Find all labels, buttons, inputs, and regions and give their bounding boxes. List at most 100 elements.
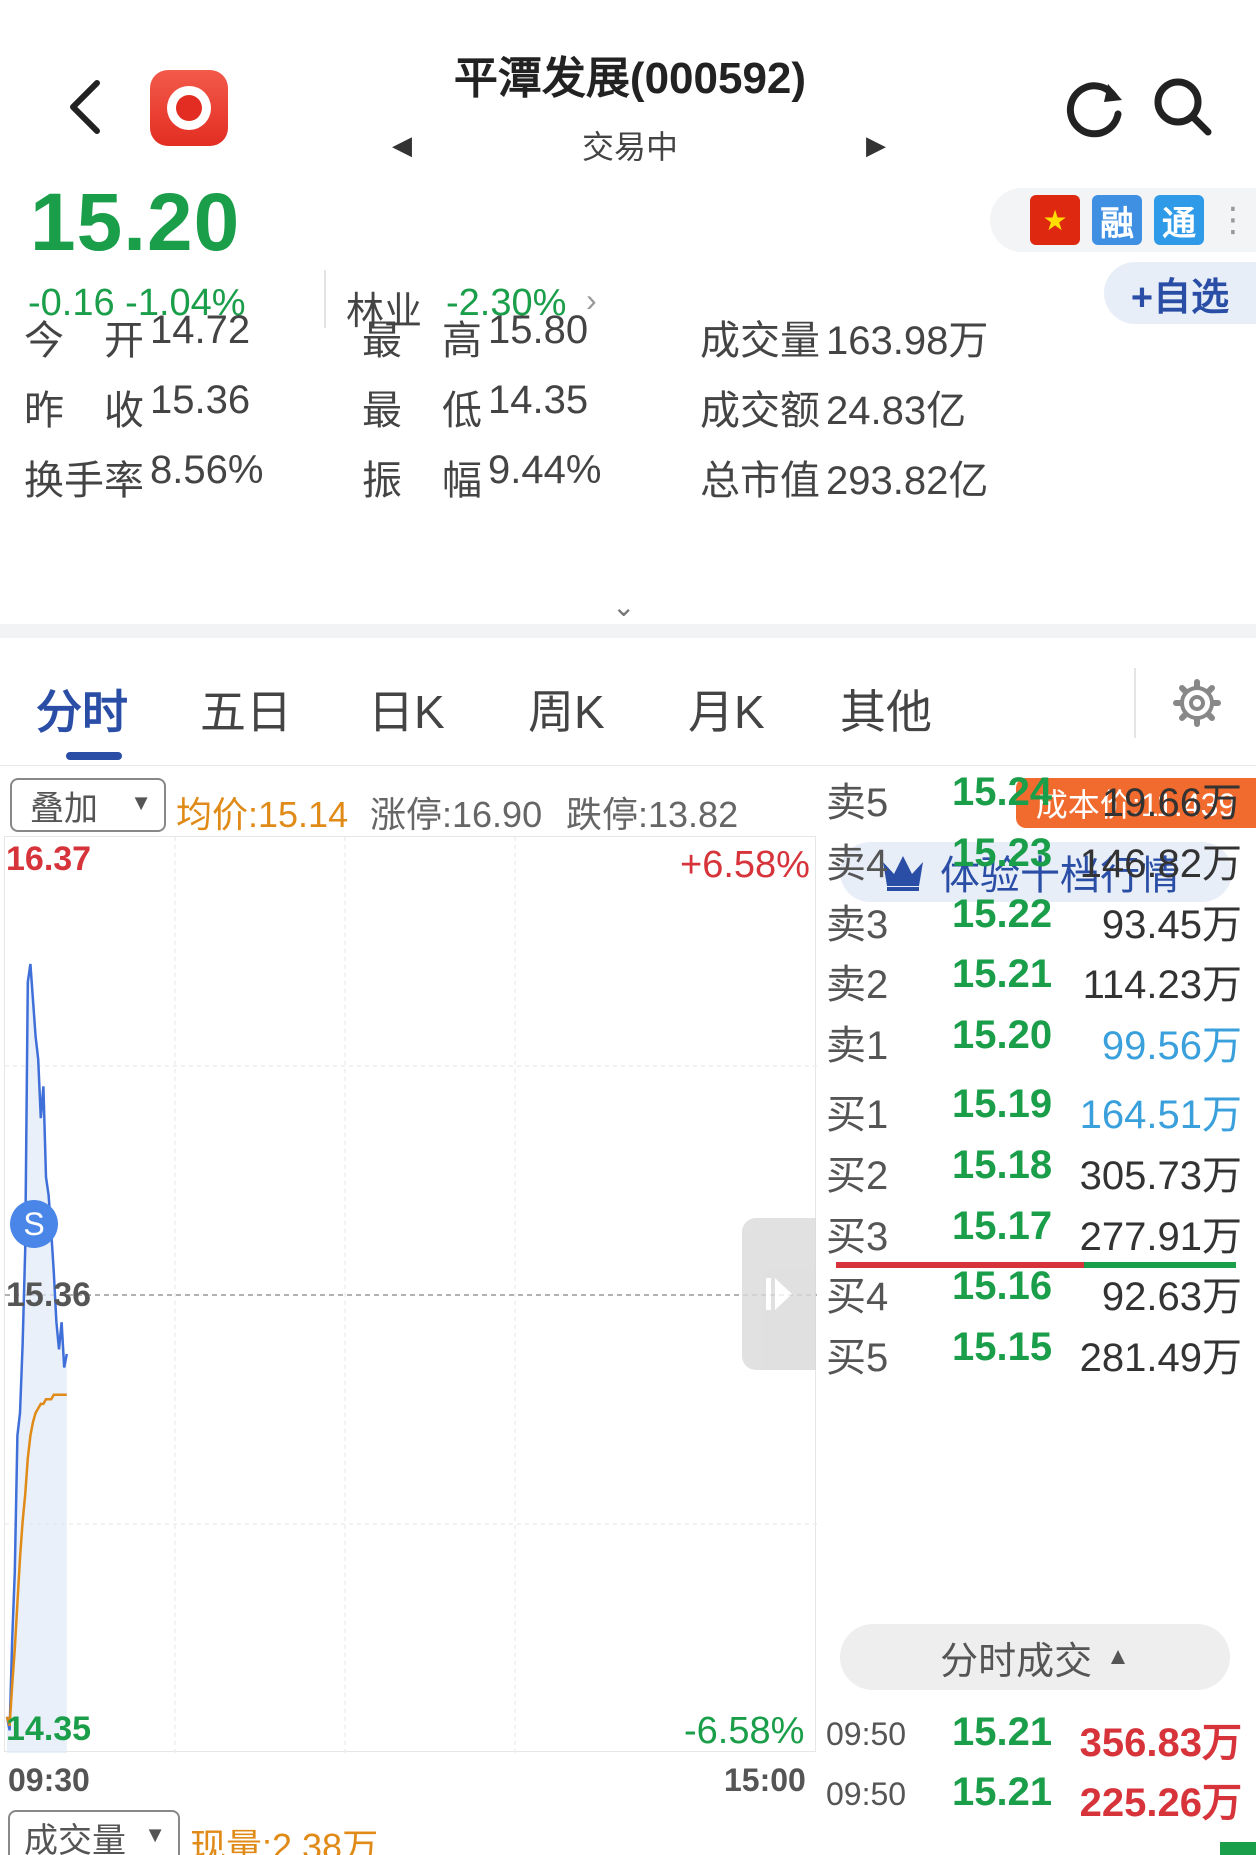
level-label: 卖2 — [826, 963, 889, 1008]
stat-label: 今 开 — [24, 319, 144, 363]
connect-badge[interactable]: 通 — [1154, 195, 1204, 245]
trade-time: 09:50 — [826, 1776, 907, 1812]
limit-down: 跌停:13.82 — [566, 794, 739, 835]
stat-value: 163.98万 — [826, 319, 989, 363]
level-price: 15.22 — [952, 891, 1053, 936]
orderbook-row-buy[interactable]: 买4 15.16 92.63万 — [826, 1264, 1256, 1324]
caret-up-icon: ▲ — [1106, 1643, 1130, 1670]
chevron-down-icon[interactable]: ⌄ — [612, 590, 635, 623]
y-axis-prev-close: 15.36 — [6, 1276, 92, 1314]
tab-month-k[interactable]: 月K — [688, 676, 765, 742]
active-tab-indicator — [66, 752, 122, 760]
orderbook-row-buy[interactable]: 买1 15.19 164.51万 — [826, 1082, 1256, 1142]
level-label: 买5 — [826, 1336, 889, 1381]
chart-tabs: 分时 五日 日K 周K 月K 其他 — [0, 638, 1256, 766]
tab-other[interactable]: 其他 — [840, 676, 932, 742]
page-title: 平潭发展(000592) — [453, 54, 807, 103]
time-axis-end: 15:00 — [724, 1762, 806, 1798]
margin-badge[interactable]: 融 — [1092, 195, 1142, 245]
pct-axis-low: -6.58% — [684, 1710, 805, 1752]
level-price: 15.23 — [952, 830, 1053, 875]
stat-value: 9.44% — [488, 448, 602, 492]
current-price: 15.20 — [30, 177, 241, 268]
trade-indicator — [1220, 1842, 1256, 1855]
expand-panel-icon — [766, 1278, 792, 1310]
level-price: 15.16 — [952, 1264, 1053, 1309]
trade-detail-toggle[interactable]: 分时成交 ▲ — [840, 1624, 1230, 1690]
china-flag-icon[interactable]: ★ — [1030, 195, 1080, 245]
divider — [1134, 668, 1136, 738]
sell-marker[interactable]: S — [10, 1200, 58, 1248]
caret-down-icon: ▼ — [130, 790, 152, 815]
caret-down-icon: ▼ — [144, 1822, 166, 1847]
orderbook-row-buy[interactable]: 买5 15.15 281.49万 — [826, 1325, 1256, 1385]
broker-logo — [150, 70, 228, 146]
level-price: 15.19 — [952, 1082, 1053, 1126]
badge-group: ★ 融 通 ⋮ — [990, 188, 1256, 252]
level-label: 卖5 — [826, 781, 889, 825]
overlay-select[interactable]: 叠加 ▼ — [10, 778, 166, 832]
tab-fenshi[interactable]: 分时 — [36, 676, 128, 742]
stat-label: 最 低 — [362, 389, 482, 433]
intraday-chart[interactable] — [4, 836, 817, 1753]
trading-status: 交易中 — [581, 129, 678, 165]
more-icon[interactable]: ⋮ — [1216, 203, 1250, 237]
trade-detail-label: 分时成交 — [940, 1640, 1093, 1683]
add-watchlist-button[interactable]: +自选 — [1104, 262, 1256, 324]
orderbook-row-sell[interactable]: 卖3 15.22 93.45万 — [826, 892, 1256, 952]
level-volume: 146.82万 — [1079, 841, 1242, 886]
tab-five-day[interactable]: 五日 — [200, 676, 292, 742]
panel-toggle-handle[interactable] — [742, 1218, 816, 1370]
stat-value: 8.56% — [150, 448, 264, 492]
stat-label: 成交量 — [700, 319, 820, 363]
level-volume: 305.73万 — [1079, 1153, 1242, 1198]
stat-label: 总市值 — [700, 459, 820, 503]
trade-time: 09:50 — [826, 1716, 907, 1752]
trade-row[interactable]: 09:50 15.21 225.26万 — [826, 1770, 1256, 1830]
stat-value: 293.82亿 — [826, 459, 989, 503]
refresh-button[interactable] — [1062, 74, 1128, 140]
level-volume: 99.56万 — [1101, 1024, 1242, 1069]
stat-label: 昨 收 — [24, 389, 144, 433]
stat-value: 14.35 — [488, 378, 589, 422]
level-volume: 93.45万 — [1101, 902, 1242, 947]
level-volume: 277.91万 — [1079, 1214, 1242, 1259]
level-volume: 92.63万 — [1101, 1275, 1242, 1320]
trade-row[interactable]: 09:50 15.21 356.83万 — [826, 1710, 1256, 1770]
stat-label: 成交额 — [700, 389, 820, 433]
orderbook-row-sell[interactable]: 卖1 15.20 99.56万 — [826, 1013, 1256, 1073]
stat-label: 最 高 — [362, 319, 482, 363]
orderbook-row-buy[interactable]: 买3 15.17 277.91万 — [826, 1204, 1256, 1264]
indicator-select-label: 成交量 — [24, 1821, 126, 1855]
back-button[interactable] — [60, 72, 110, 142]
y-axis-low: 14.35 — [6, 1710, 92, 1748]
level-label: 买2 — [826, 1153, 889, 1198]
level-label: 卖4 — [826, 841, 889, 886]
orderbook-row-sell[interactable]: 卖5 15.24 19.66万 — [826, 770, 1256, 830]
stat-value: 15.80 — [488, 308, 589, 352]
level-volume: 281.49万 — [1079, 1336, 1242, 1381]
limit-up: 涨停:16.90 — [370, 794, 543, 835]
stat-label: 换手率 — [24, 459, 144, 503]
level-label: 买3 — [826, 1214, 889, 1259]
level-price: 15.21 — [952, 952, 1053, 997]
orderbook-row-sell[interactable]: 卖2 15.21 114.23万 — [826, 952, 1256, 1012]
level-price: 15.15 — [952, 1325, 1053, 1370]
search-icon — [1154, 78, 1212, 136]
tab-week-k[interactable]: 周K — [528, 676, 605, 742]
orderbook-row-buy[interactable]: 买2 15.18 305.73万 — [826, 1143, 1256, 1203]
tab-day-k[interactable]: 日K — [368, 676, 445, 742]
stat-value: 24.83亿 — [826, 389, 967, 433]
level-price: 15.18 — [952, 1142, 1053, 1187]
search-button[interactable] — [1150, 74, 1216, 140]
orderbook-row-sell[interactable]: 卖4 15.23 146.82万 — [826, 831, 1256, 891]
next-stock-button[interactable]: ▶ — [866, 130, 886, 161]
chevron-left-icon — [70, 80, 100, 134]
trade-volume: 356.83万 — [1079, 1721, 1242, 1765]
trade-price: 15.21 — [952, 1770, 1053, 1814]
bid-ask-ratio-bar — [836, 1262, 1236, 1268]
indicator-select[interactable]: 成交量 ▼ — [8, 1810, 180, 1855]
logo-icon — [167, 86, 211, 130]
gear-icon[interactable] — [1172, 678, 1222, 728]
time-axis-start: 09:30 — [8, 1762, 90, 1798]
